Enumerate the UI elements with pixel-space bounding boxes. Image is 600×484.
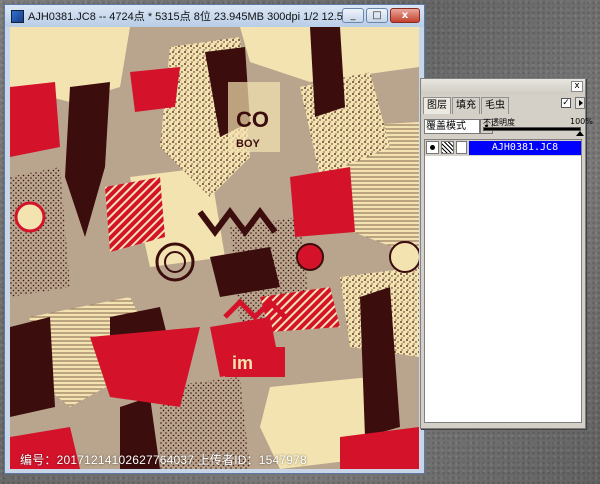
panel-titlebar[interactable]: x [421,79,585,94]
document-title: AJH0381.JC8 -- 4724点 * 5315点 8位 23.945MB… [28,11,357,23]
maximize-button[interactable]: □ [366,8,388,23]
minimize-button[interactable]: _ [342,8,364,23]
panel-menu-arrow-icon[interactable] [575,97,585,109]
document-titlebar[interactable]: AJH0381.JC8 -- 4724点 * 5315点 8位 23.945MB… [5,5,424,27]
panel-checkbox[interactable]: ✓ [561,98,571,108]
tab-layers[interactable]: 图层 [423,97,451,114]
opacity-slider-fill [484,128,580,130]
blend-mode-select[interactable]: 覆盖模式 [424,119,480,134]
svg-text:BOY: BOY [236,138,261,150]
app-icon [11,9,24,23]
watermark-text: 编号：20171214102627764037 上传者ID：1547978 [20,453,307,467]
eye-icon[interactable] [426,141,439,154]
svg-text:im: im [232,353,253,373]
opacity-value: 100% [570,117,593,126]
layer-row[interactable]: AJH0381.JC8 [425,140,581,156]
opacity-slider[interactable] [483,127,581,131]
minimize-icon: _ [350,10,356,21]
layer-list[interactable]: AJH0381.JC8 [424,139,582,423]
layer-name[interactable]: AJH0381.JC8 [469,141,581,155]
layer-thumbnail[interactable] [441,141,454,154]
pattern-artwork: CO BOY im [10,27,419,469]
layer-mask-thumbnail[interactable] [456,141,467,154]
document-window[interactable]: AJH0381.JC8 -- 4724点 * 5315点 8位 23.945MB… [4,4,425,474]
close-icon: x [401,10,409,21]
maximize-icon: □ [372,10,382,21]
opacity-slider-thumb-icon[interactable] [576,131,584,136]
tab-caterpillar[interactable]: 毛虫 [481,97,509,114]
close-button[interactable]: x [390,8,420,23]
tab-fill[interactable]: 填充 [452,97,480,114]
panel-tabs: 图层 填充 毛虫 [423,97,510,114]
panel-close-button[interactable]: x [571,81,583,92]
image-canvas[interactable]: CO BOY im [10,27,419,469]
layers-panel[interactable]: x 图层 填充 毛虫 ✓ 覆盖模式 ▾ 不透明度 100% AJH0381.JC… [420,78,593,429]
svg-text:CO: CO [236,107,269,132]
